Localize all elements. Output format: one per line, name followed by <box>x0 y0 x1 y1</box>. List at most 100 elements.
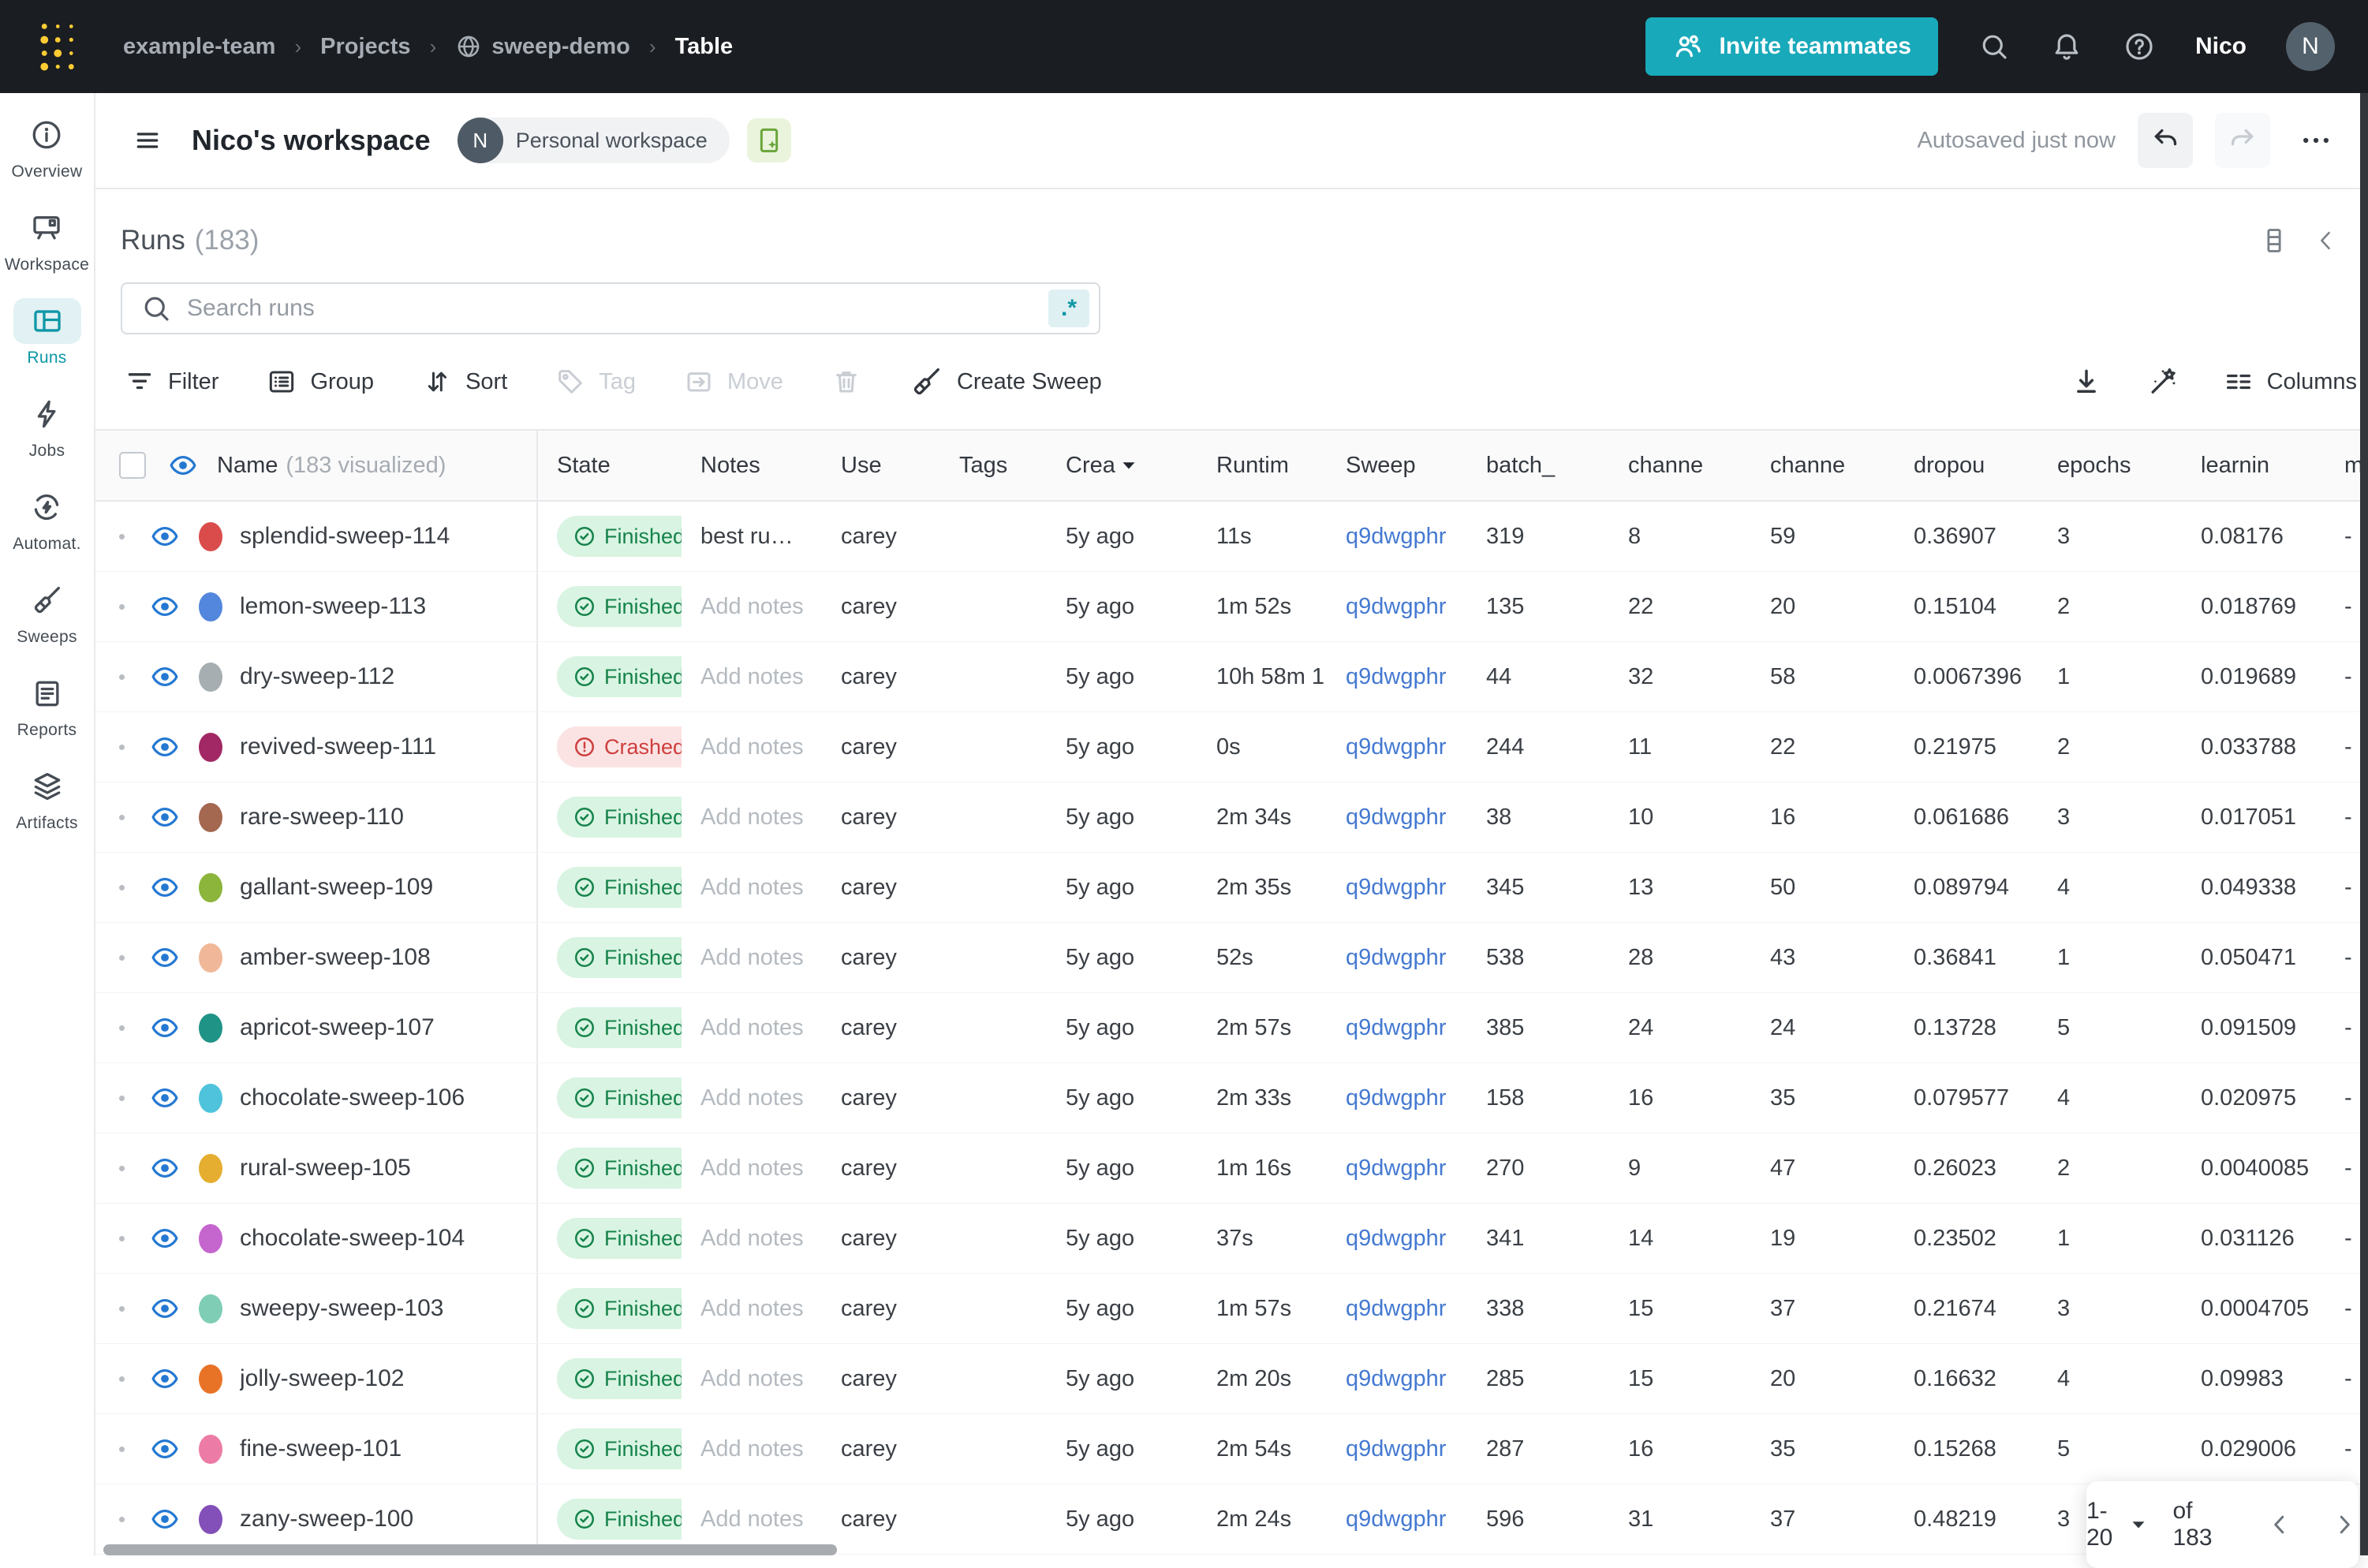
run-color-dot[interactable] <box>199 662 222 692</box>
visibility-eye-icon[interactable] <box>150 521 180 551</box>
column-header-epochs[interactable]: epochs <box>2038 453 2182 479</box>
notes-cell[interactable]: Add notes <box>700 805 804 830</box>
visibility-eye-icon[interactable] <box>150 1083 180 1113</box>
visibility-eye-icon[interactable] <box>150 802 180 832</box>
invite-teammates-button[interactable]: Invite teammates <box>1645 17 1938 76</box>
sweep-link[interactable]: q9dwgphr <box>1346 1366 1446 1391</box>
sweep-link[interactable]: q9dwgphr <box>1346 945 1446 970</box>
column-header-Runtim[interactable]: Runtim <box>1197 453 1327 479</box>
redo-button[interactable] <box>2215 113 2270 168</box>
visibility-eye-icon[interactable] <box>168 450 198 480</box>
run-color-dot[interactable] <box>199 732 222 762</box>
column-header-Crea[interactable]: Crea <box>1047 453 1197 479</box>
notes-cell[interactable]: best ru… <box>700 524 794 549</box>
breadcrumb-item-Table[interactable]: Table <box>675 34 734 60</box>
drag-handle[interactable] <box>119 1025 125 1031</box>
visibility-eye-icon[interactable] <box>150 592 180 622</box>
menu-icon[interactable] <box>132 125 163 156</box>
run-color-dot[interactable] <box>199 1013 222 1043</box>
sidebar-item-reports[interactable]: Reports <box>13 670 81 740</box>
name-header-label[interactable]: Name <box>217 453 278 479</box>
drag-handle[interactable] <box>119 1305 125 1312</box>
run-color-dot[interactable] <box>199 1364 222 1394</box>
drag-handle[interactable] <box>119 674 125 680</box>
drag-handle[interactable] <box>119 1165 125 1171</box>
column-header-dropou[interactable]: dropou <box>1895 453 2038 479</box>
drag-handle[interactable] <box>119 1235 125 1241</box>
run-color-dot[interactable] <box>199 1294 222 1323</box>
sidebar-item-jobs[interactable]: Jobs <box>13 391 81 461</box>
run-name-link[interactable]: dry-sweep-112 <box>240 663 394 690</box>
sidebar-item-sweeps[interactable]: Sweeps <box>13 577 81 647</box>
create-sweep-button[interactable]: Create Sweep <box>909 364 1102 399</box>
filter-button[interactable]: Filter <box>124 366 218 398</box>
run-name-link[interactable]: revived-sweep-111 <box>240 734 436 760</box>
drag-handle[interactable] <box>119 533 125 539</box>
column-header-Sweep[interactable]: Sweep <box>1327 453 1467 479</box>
sidebar-item-artifacts[interactable]: Artifacts <box>13 763 81 833</box>
notes-cell[interactable]: Add notes <box>700 1506 804 1532</box>
run-color-dot[interactable] <box>199 521 222 551</box>
column-header-channe[interactable]: channe <box>1609 453 1751 479</box>
group-button[interactable]: Group <box>266 366 374 398</box>
visibility-eye-icon[interactable] <box>150 1434 180 1464</box>
sweep-link[interactable]: q9dwgphr <box>1346 1506 1446 1532</box>
notes-cell[interactable]: Add notes <box>700 734 804 760</box>
column-header-Use[interactable]: Use <box>822 453 940 479</box>
search-icon[interactable] <box>1978 30 2011 63</box>
visibility-eye-icon[interactable] <box>150 732 180 762</box>
run-name-link[interactable]: chocolate-sweep-106 <box>240 1085 465 1111</box>
drag-handle[interactable] <box>119 1376 125 1382</box>
sweep-link[interactable]: q9dwgphr <box>1346 1155 1446 1181</box>
undo-button[interactable] <box>2138 113 2193 168</box>
sidebar-item-workspace[interactable]: Workspace <box>5 205 89 274</box>
download-button[interactable] <box>2070 365 2103 398</box>
run-name-link[interactable]: lemon-sweep-113 <box>240 593 426 620</box>
visibility-eye-icon[interactable] <box>150 1153 180 1183</box>
right-panel-rail[interactable] <box>2360 93 2368 1555</box>
run-name-link[interactable]: jolly-sweep-102 <box>240 1365 404 1392</box>
sweep-link[interactable]: q9dwgphr <box>1346 524 1446 549</box>
run-color-dot[interactable] <box>199 1434 222 1464</box>
copy-workspace-button[interactable] <box>746 118 791 162</box>
drag-handle[interactable] <box>119 814 125 820</box>
sweep-link[interactable]: q9dwgphr <box>1346 1085 1446 1111</box>
column-header-batch_[interactable]: batch_ <box>1467 453 1609 479</box>
help-icon[interactable] <box>2123 30 2156 63</box>
horizontal-scrollbar-thumb[interactable] <box>103 1544 837 1555</box>
visibility-eye-icon[interactable] <box>150 662 180 692</box>
wandb-logo[interactable] <box>30 21 79 73</box>
breadcrumb-item-sweep-demo[interactable]: sweep-demo <box>455 33 630 60</box>
search-runs-input[interactable] <box>185 294 1048 323</box>
drag-handle[interactable] <box>119 603 125 610</box>
prev-page-button[interactable] <box>2265 1510 2294 1539</box>
sweep-link[interactable]: q9dwgphr <box>1346 1015 1446 1040</box>
run-name-link[interactable]: amber-sweep-108 <box>240 944 431 971</box>
page-size-dropdown[interactable]: 1-20 <box>2086 1498 2146 1551</box>
column-header-channe[interactable]: channe <box>1751 453 1895 479</box>
sweep-link[interactable]: q9dwgphr <box>1346 664 1446 689</box>
run-color-dot[interactable] <box>199 872 222 902</box>
run-name-link[interactable]: splendid-sweep-114 <box>240 523 450 550</box>
regex-toggle-button[interactable]: .* <box>1048 289 1089 327</box>
run-name-link[interactable]: gallant-sweep-109 <box>240 874 433 901</box>
run-name-link[interactable]: rare-sweep-110 <box>240 804 404 831</box>
notes-cell[interactable]: Add notes <box>700 945 804 970</box>
select-all-checkbox[interactable] <box>119 452 146 479</box>
notes-cell[interactable]: Add notes <box>700 1226 804 1251</box>
visibility-eye-icon[interactable] <box>150 1294 180 1323</box>
next-page-button[interactable] <box>2330 1510 2359 1539</box>
run-color-dot[interactable] <box>199 943 222 973</box>
notes-cell[interactable]: Add notes <box>700 1015 804 1040</box>
visibility-eye-icon[interactable] <box>150 1223 180 1253</box>
column-header-Tags[interactable]: Tags <box>940 453 1047 479</box>
run-name-link[interactable]: fine-sweep-101 <box>240 1435 402 1462</box>
run-color-dot[interactable] <box>199 592 222 622</box>
run-color-dot[interactable] <box>199 1083 222 1113</box>
notes-cell[interactable]: Add notes <box>700 1155 804 1181</box>
column-header-Notes[interactable]: Notes <box>682 453 822 479</box>
sweep-link[interactable]: q9dwgphr <box>1346 1436 1446 1462</box>
avatar[interactable]: N <box>2286 22 2335 71</box>
drag-handle[interactable] <box>119 744 125 750</box>
run-color-dot[interactable] <box>199 1153 222 1183</box>
